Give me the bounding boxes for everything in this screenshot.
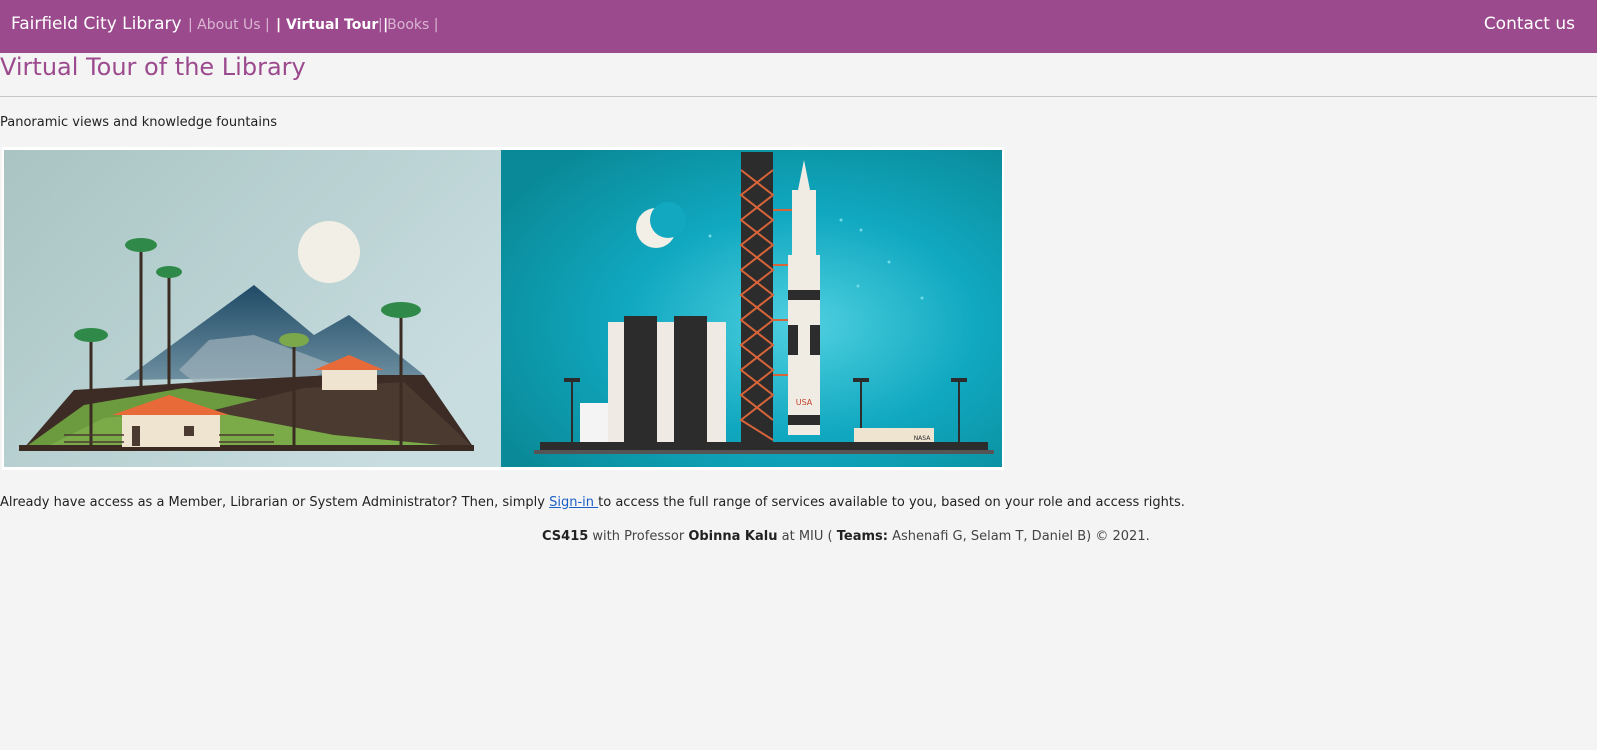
sun-icon	[298, 221, 360, 283]
contact-us-link[interactable]: Contact us	[1484, 14, 1575, 34]
footer-teams: Ashenafi G, Selam T, Daniel B) © 2021.	[887, 529, 1150, 544]
brand-link[interactable]: Fairfield City Library	[11, 14, 182, 34]
access-text-before: Already have access as a Member, Librari…	[0, 495, 550, 510]
title-divider	[0, 96, 1597, 97]
footer-course: CS415	[542, 529, 589, 544]
nav-about-us[interactable]: | About Us |	[188, 17, 270, 33]
tour-illustration: USA NASA	[4, 150, 1002, 467]
footer-teams-label: Teams:	[836, 529, 888, 544]
nav-books[interactable]: | Books |	[378, 17, 438, 33]
page-subtitle: Panoramic views and knowledge fountains	[0, 115, 278, 130]
virtual-tour-image: USA NASA	[2, 147, 1004, 470]
rocket-usa-label: USA	[796, 398, 813, 407]
footer: CS415 with Professor Obinna Kalu at MIU …	[542, 529, 1150, 544]
page-title: Virtual Tour of the Library	[0, 53, 306, 81]
rocket-icon	[792, 190, 816, 255]
nav-virtual-tour[interactable]: | Virtual Tour |	[276, 17, 388, 33]
nasa-building-label: NASA	[914, 435, 932, 442]
top-navbar: Fairfield City Library | About Us | | Vi…	[0, 0, 1597, 53]
footer-with: with Professor	[588, 529, 689, 544]
sign-in-link[interactable]: Sign-in	[549, 495, 598, 510]
access-text-after: to access the full range of services ava…	[598, 495, 1185, 510]
footer-at: at MIU (	[777, 529, 837, 544]
access-info: Already have access as a Member, Librari…	[0, 495, 1185, 510]
footer-professor: Obinna Kalu	[688, 529, 778, 544]
